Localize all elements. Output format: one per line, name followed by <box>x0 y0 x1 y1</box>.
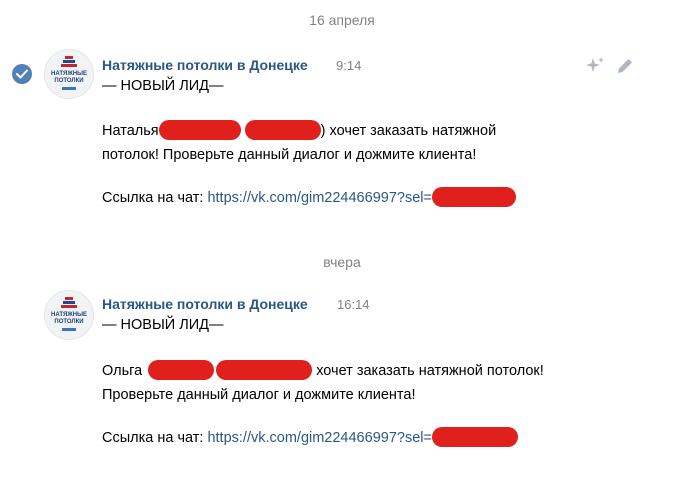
message-header: — НОВЫЙ ЛИД— <box>102 317 224 333</box>
avatar-logo-text-1: НАТЯЖНЫЕ <box>51 71 87 77</box>
redacted-block <box>431 186 516 207</box>
link-label: Ссылка на чат: <box>102 430 208 446</box>
client-name: Наталья <box>102 123 159 139</box>
message-time[interactable]: 16:14 <box>337 297 370 312</box>
message-author[interactable]: Натяжные потолки в Донецке <box>102 296 308 312</box>
message-author[interactable]: Натяжные потолки в Донецке <box>102 57 308 73</box>
date-separator: вчера <box>323 254 361 270</box>
message-header: — НОВЫЙ ЛИД— <box>102 78 224 94</box>
avatar-logo-text-2: ПОТОЛКИ <box>54 78 83 84</box>
date-separator: 16 апреля <box>309 12 375 28</box>
redacted-block <box>216 359 313 380</box>
chat-link[interactable]: https://vk.com/gim224466997?sel= <box>207 190 431 206</box>
avatar[interactable]: НАТЯЖНЫЕ ПОТОЛКИ <box>44 290 94 340</box>
avatar[interactable]: НАТЯЖНЫЕ ПОТОЛКИ <box>44 49 94 99</box>
sparkle-icon[interactable] <box>584 55 606 77</box>
redacted-block <box>431 426 518 447</box>
avatar-logo-text-2: ПОТОЛКИ <box>54 319 83 325</box>
redacted-block <box>148 359 215 380</box>
pencil-icon[interactable] <box>614 55 636 77</box>
client-name: Ольга <box>102 363 143 379</box>
message-link-line: Ссылка на чат: https://vk.com/gim2244669… <box>102 426 518 448</box>
redacted-block <box>244 119 321 140</box>
message-link-line: Ссылка на чат: https://vk.com/gim2244669… <box>102 186 516 208</box>
link-label: Ссылка на чат: <box>102 190 208 206</box>
check-icon[interactable] <box>12 64 32 84</box>
chat-link[interactable]: https://vk.com/gim224466997?sel= <box>207 430 431 446</box>
line-rest: хочет заказать натяжной потолок! <box>312 363 544 379</box>
message-line-1: Ольга хочет заказать натяжной потолок! <box>102 359 544 381</box>
line-rest: хочет заказать натяжной <box>325 123 497 139</box>
avatar-logo-text-1: НАТЯЖНЫЕ <box>51 312 87 318</box>
message-time[interactable]: 9:14 <box>336 58 361 73</box>
redacted-block <box>158 119 241 140</box>
message-line-2: потолок! Проверьте данный диалог и дожми… <box>102 147 477 163</box>
message-line-2: Проверьте данный диалог и дожмите клиент… <box>102 387 416 403</box>
message-line-1: Наталья) хочет заказать натяжной <box>102 119 497 141</box>
